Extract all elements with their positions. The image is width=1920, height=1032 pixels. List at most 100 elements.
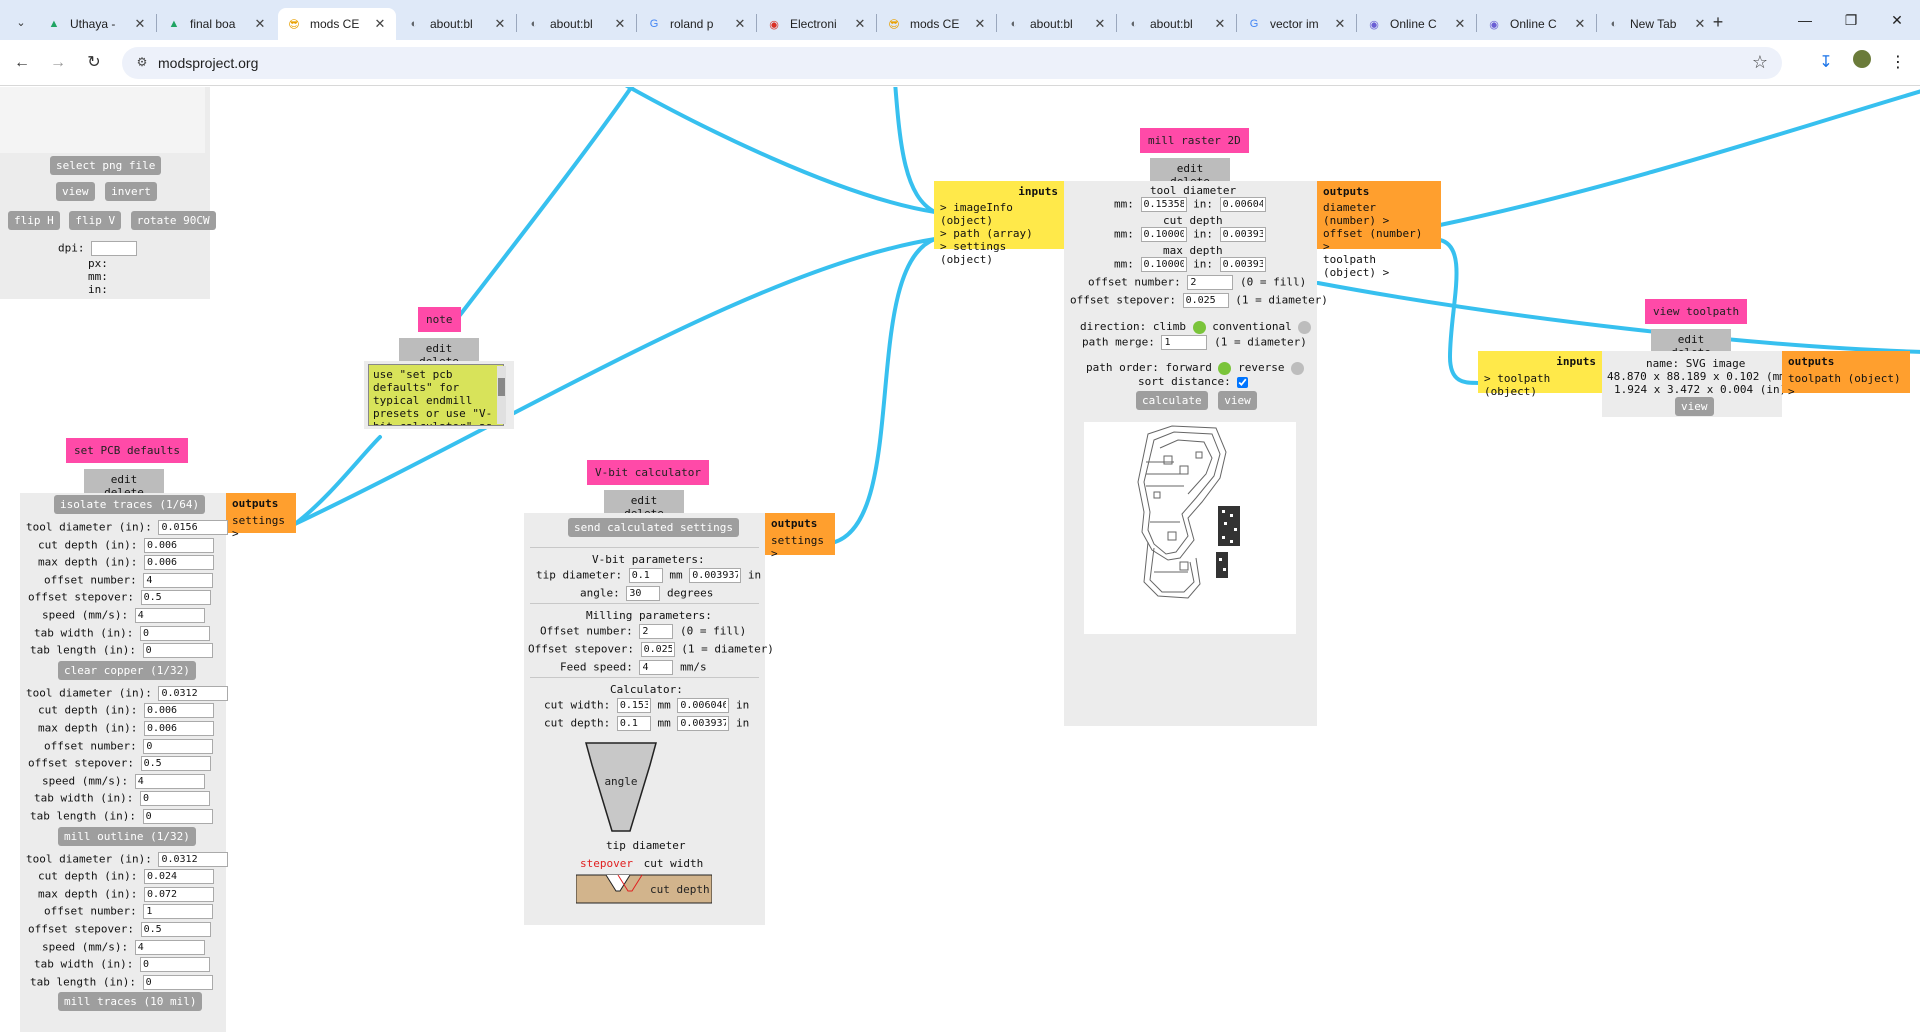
cut-width-mm-input[interactable] [616, 698, 651, 713]
cut-depth-in-input[interactable] [677, 716, 730, 731]
browser-tab[interactable]: ▲ final boa ✕ [158, 8, 276, 40]
max-depth-mm-input[interactable] [1140, 257, 1187, 272]
tab-close-icon[interactable]: ✕ [1572, 16, 1588, 32]
restore-button[interactable]: ❐ [1828, 8, 1874, 32]
address-bar[interactable]: ⚙ modsproject.org ☆ [122, 47, 1782, 79]
cut-depth-mm-input[interactable] [616, 716, 651, 731]
mods-canvas[interactable]: select png file view invert flip H flip … [0, 87, 1920, 1032]
cut-depth-mm-input[interactable] [1140, 227, 1187, 242]
browser-tab[interactable]: ◉ Online C ✕ [1358, 8, 1476, 40]
calculate-button[interactable]: calculate [1136, 391, 1208, 410]
output-offset[interactable]: offset (number) > [1323, 227, 1435, 253]
browser-tab[interactable]: Groland p ✕ [638, 8, 756, 40]
pcb-tab-length-input[interactable] [142, 809, 213, 824]
tab-search-chevron-icon[interactable]: ⌄ [10, 12, 32, 34]
pcb-offset-number-input[interactable] [143, 572, 214, 588]
tab-close-icon[interactable]: ✕ [612, 16, 628, 32]
pcb-preset-button[interactable]: mill outline (1/32) [58, 826, 196, 846]
bookmark-star-icon[interactable]: ☆ [1752, 52, 1768, 73]
vbit-output-settings[interactable]: settings > [771, 534, 829, 560]
angle-input[interactable] [626, 586, 661, 601]
tab-close-icon[interactable]: ✕ [852, 16, 868, 32]
raster-view-button[interactable]: view [1218, 391, 1257, 410]
input-settings[interactable]: > settings (object) [940, 240, 1058, 266]
raster-offset-number-input[interactable] [1187, 275, 1234, 290]
select-png-button[interactable]: select png file [50, 156, 162, 175]
input-path[interactable]: > path (array) [940, 227, 1058, 240]
browser-tab[interactable]: 😎 mods CE ✕ [278, 8, 396, 40]
note-scroll-thumb[interactable] [498, 378, 505, 396]
vbit-title[interactable]: V-bit calculator [587, 460, 709, 485]
pcb-max-depth-input[interactable] [143, 886, 214, 902]
browser-tab[interactable]: ▲ Uthaya - ✕ [38, 8, 156, 40]
pcb-speed-input[interactable] [134, 939, 205, 955]
climb-radio[interactable] [1192, 320, 1206, 334]
reload-icon[interactable]: ↻ [80, 50, 108, 76]
pcb-speed-input[interactable] [134, 608, 205, 623]
browser-tab[interactable]: 😎 mods CE ✕ [878, 8, 996, 40]
pcb-tab-width-input[interactable] [139, 791, 210, 807]
pcb-tab-length-input[interactable] [142, 974, 213, 990]
cut-width-in-input[interactable] [677, 698, 730, 713]
pcb-preset-button[interactable]: isolate traces (1/64) [54, 495, 206, 514]
tab-close-icon[interactable]: ✕ [732, 16, 748, 32]
back-icon[interactable]: ← [8, 50, 36, 76]
minimize-button[interactable]: — [1782, 8, 1828, 32]
url-text[interactable]: modsproject.org [158, 55, 258, 71]
feed-speed-input[interactable] [639, 660, 674, 675]
conventional-radio[interactable] [1298, 320, 1312, 334]
pcb-cut-depth-input[interactable] [143, 537, 214, 553]
tool-diameter-in-input[interactable] [1219, 197, 1266, 212]
tab-close-icon[interactable]: ✕ [492, 16, 508, 32]
pcb-tool-diameter-input[interactable] [158, 851, 229, 867]
output-view-toolpath[interactable]: toolpath (object) > [1788, 372, 1904, 398]
tab-close-icon[interactable]: ✕ [1332, 16, 1348, 32]
download-icon[interactable]: ↧ [1812, 50, 1840, 76]
browser-tab[interactable]: ◐ about:bl ✕ [998, 8, 1116, 40]
pcb-tool-diameter-input[interactable] [158, 685, 229, 701]
tab-close-icon[interactable]: ✕ [1092, 16, 1108, 32]
browser-tab[interactable]: ◐ New Tab ✕ [1598, 8, 1716, 40]
pcb-max-depth-input[interactable] [143, 555, 214, 571]
cut-depth-in-input[interactable] [1219, 227, 1266, 242]
toolpath-view-button[interactable]: view [1675, 397, 1714, 416]
pcb-preset-button[interactable]: clear copper (1/32) [58, 660, 196, 680]
pcb-offset-number-input[interactable] [143, 738, 214, 754]
tab-close-icon[interactable]: ✕ [132, 16, 148, 32]
pcb-offset-stepover-input[interactable] [140, 922, 211, 937]
pcb-max-depth-input[interactable] [143, 721, 214, 736]
input-toolpath[interactable]: > toolpath (object) [1484, 372, 1596, 398]
tab-close-icon[interactable]: ✕ [372, 16, 388, 32]
browser-tab[interactable]: ◉ Online C ✕ [1478, 8, 1596, 40]
pcb-speed-input[interactable] [134, 773, 205, 789]
forward-radio[interactable] [1218, 361, 1232, 375]
vbit-offset-number-input[interactable] [639, 624, 674, 639]
pcb-defaults-title[interactable]: set PCB defaults [66, 438, 188, 463]
tab-close-icon[interactable]: ✕ [252, 16, 268, 32]
profile-avatar[interactable] [1848, 50, 1876, 76]
sort-distance-checkbox[interactable] [1237, 376, 1249, 388]
output-diameter[interactable]: diameter (number) > [1323, 201, 1435, 227]
note-title[interactable]: note [418, 307, 461, 332]
menu-kebab-icon[interactable]: ⋮ [1884, 50, 1912, 76]
pcb-offset-stepover-input[interactable] [140, 756, 211, 772]
browser-tab[interactable]: ◉ Electroni ✕ [758, 8, 876, 40]
browser-tab[interactable]: ◐ about:bl ✕ [518, 8, 636, 40]
note-scrollbar[interactable] [497, 366, 506, 424]
mill-raster-title[interactable]: mill raster 2D [1140, 128, 1249, 153]
tool-diameter-mm-input[interactable] [1140, 197, 1187, 212]
pcb-offset-stepover-input[interactable] [140, 590, 211, 606]
site-info-icon[interactable]: ⚙ [134, 55, 150, 71]
input-imageinfo[interactable]: > imageInfo (object) [940, 201, 1058, 227]
pcb-cut-depth-input[interactable] [143, 869, 214, 885]
new-tab-button[interactable]: + [1705, 9, 1731, 35]
browser-tab[interactable]: ◐ about:bl ✕ [1118, 8, 1236, 40]
png-invert-button[interactable]: invert [105, 182, 157, 201]
pcb-offset-number-input[interactable] [143, 904, 214, 920]
tab-close-icon[interactable]: ✕ [1212, 16, 1228, 32]
send-settings-button[interactable]: send calculated settings [568, 518, 739, 537]
pcb-tool-diameter-input[interactable] [158, 520, 229, 535]
png-view-button[interactable]: view [56, 182, 95, 201]
tip-diameter-in-input[interactable] [689, 568, 742, 583]
reverse-radio[interactable] [1291, 361, 1305, 375]
